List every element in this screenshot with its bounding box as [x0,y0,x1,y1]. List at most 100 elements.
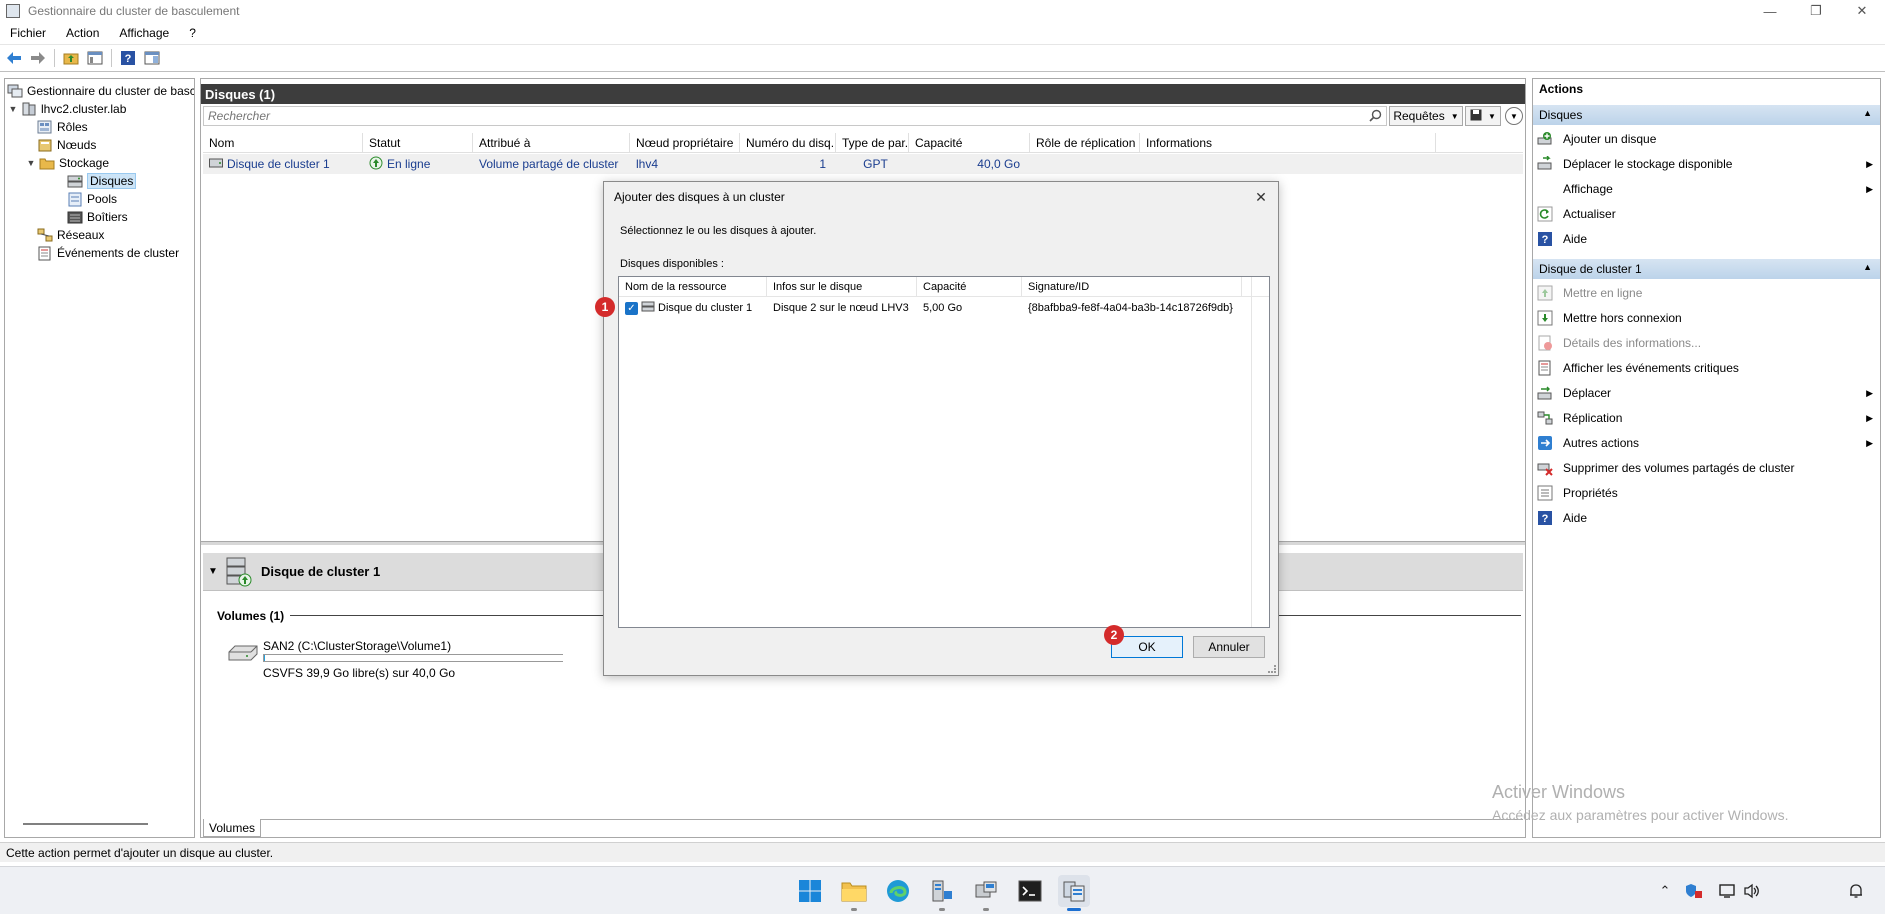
notification-icon[interactable] [1846,881,1866,901]
column-header-name[interactable]: Nom [203,133,363,153]
volume-name[interactable]: SAN2 (C:\ClusterStorage\Volume1) [263,639,451,653]
column-header-info[interactable]: Informations [1140,133,1436,153]
action-more-actions[interactable]: Autres actions ▶ [1537,433,1877,453]
collapse-up-icon[interactable]: ▲ [1863,108,1872,118]
running-indicator [983,908,989,911]
action-properties[interactable]: Propriétés [1537,483,1877,503]
tree-item-cluster[interactable]: ▼ lhvc2.cluster.lab [7,100,126,118]
column-header-resource-name[interactable]: Nom de la ressource [619,277,767,297]
tree-item-events[interactable]: Événements de cluster [37,244,179,262]
actions-section-cluster-disk[interactable]: Disque de cluster 1 ▲ [1533,259,1880,279]
show-hide-tree-icon[interactable] [85,48,105,68]
edge-icon[interactable] [882,875,914,907]
action-view[interactable]: Affichage ▶ [1537,179,1877,199]
collapse-up-icon[interactable]: ▲ [1863,262,1872,272]
list-item[interactable]: ✓ Disque du cluster 1 Disque 2 sur le nœ… [619,299,1269,317]
queries-button[interactable]: Requêtes ▼ [1389,106,1463,126]
table-row[interactable]: Disque de cluster 1 En ligne Volume part… [203,154,1523,174]
chevron-up-icon[interactable]: ⌃ [1655,881,1675,901]
forward-arrow-icon[interactable] [28,48,48,68]
hyper-v-icon[interactable] [970,875,1002,911]
dialog-list-scrollbar[interactable] [1251,277,1269,627]
close-icon[interactable]: ✕ [1250,186,1272,208]
column-header-status[interactable]: Statut [363,133,473,153]
remove-csv-icon [1537,460,1553,476]
action-take-offline[interactable]: Mettre hors connexion [1537,308,1877,328]
action-info-details[interactable]: Détails des informations... [1537,333,1877,353]
action-refresh[interactable]: Actualiser [1537,204,1877,224]
cancel-button[interactable]: Annuler [1193,636,1265,658]
file-explorer-icon[interactable] [838,875,870,911]
action-move-storage[interactable]: Déplacer le stockage disponible ▶ [1537,154,1877,174]
column-header-partition-type[interactable]: Type de par... [836,133,909,153]
tree-item-roles[interactable]: Rôles [37,118,88,136]
chevron-down-icon[interactable]: ▼ [7,104,19,114]
minimize-icon[interactable]: — [1747,0,1793,22]
submenu-arrow-icon: ▶ [1866,412,1873,423]
column-header-capacity[interactable]: Capacité [917,277,1022,297]
help-icon: ? [1537,510,1553,526]
actions-section-disks[interactable]: Disques ▲ [1533,105,1880,125]
start-icon[interactable] [794,875,826,907]
menu-fichier[interactable]: Fichier [0,26,56,40]
action-replication[interactable]: Réplication ▶ [1537,408,1877,428]
action-label: Réplication [1563,411,1623,425]
properties-pane-icon[interactable] [142,48,162,68]
dialog-title: Ajouter des disques à un cluster [614,190,785,204]
menu-affichage[interactable]: Affichage [109,26,179,40]
resize-grip-icon[interactable] [1268,665,1276,673]
row-partition-type: GPT [863,157,888,171]
tree-item-enclosures[interactable]: Boîtiers [67,208,128,226]
column-header-owner[interactable]: Nœud propriétaire [630,133,740,153]
search-icon[interactable] [1369,109,1382,125]
action-move[interactable]: Déplacer ▶ [1537,383,1877,403]
network-icon[interactable] [1718,881,1738,901]
action-remove-csv[interactable]: Supprimer des volumes partagés de cluste… [1537,458,1877,478]
tree-item-networks[interactable]: Réseaux [37,226,104,244]
tab-volumes[interactable]: Volumes [203,819,261,837]
pools-icon [67,192,83,207]
close-icon[interactable]: ✕ [1839,0,1885,22]
tree-label-roles: Rôles [57,120,88,134]
chevron-down-icon[interactable]: ▼ [25,158,37,168]
terminal-icon[interactable] [1014,875,1046,907]
cluster-manager-icon [7,84,23,99]
restore-icon[interactable]: ❐ [1793,0,1839,22]
expand-collapse-icon[interactable]: ▼ [1505,107,1523,125]
action-add-disk[interactable]: Ajouter un disque [1537,129,1877,149]
column-header-disk-info[interactable]: Infos sur le disque [767,277,917,297]
action-help[interactable]: ? Aide [1537,229,1877,249]
disk-checkbox[interactable]: ✓ [625,301,638,315]
tree-item-root[interactable]: Gestionnaire du cluster de basc [7,82,194,100]
volume-icon[interactable] [1742,881,1762,901]
action-help-disk[interactable]: ? Aide [1537,508,1877,528]
section-label: Disque de cluster 1 [1539,262,1642,276]
column-header-signature[interactable]: Signature/ID [1022,277,1242,297]
column-header-replication-role[interactable]: Rôle de réplication [1030,133,1140,153]
tree-item-nodes[interactable]: Nœuds [37,136,96,154]
security-icon[interactable] [1684,881,1704,901]
tree-item-disks[interactable]: Disques [67,172,137,190]
chevron-down-icon[interactable]: ▼ [203,566,223,577]
tree-horizontal-scrollbar[interactable] [23,823,148,825]
menu-action[interactable]: Action [56,26,109,40]
column-header-assigned[interactable]: Attribué à [473,133,630,153]
chevron-down-icon: ▼ [1450,111,1459,121]
back-arrow-icon[interactable] [4,48,24,68]
toolbar-separator [111,49,112,67]
column-header-capacity[interactable]: Capacité [909,133,1030,153]
action-show-critical-events[interactable]: Afficher les événements critiques [1537,358,1877,378]
volume-usage-fill [264,655,265,661]
server-manager-icon[interactable] [926,875,958,911]
menu-help[interactable]: ? [179,26,206,40]
folder-up-icon[interactable] [61,48,81,68]
failover-cluster-icon[interactable] [1058,875,1090,911]
column-header-disk-number[interactable]: Numéro du disq... [740,133,836,153]
help-icon[interactable]: ? [118,48,138,68]
svg-text:?: ? [1542,234,1549,246]
save-query-button[interactable]: ▼ [1465,106,1501,126]
tree-item-storage[interactable]: ▼ Stockage [25,154,110,172]
search-input[interactable] [204,107,1386,125]
tree-item-pools[interactable]: Pools [67,190,117,208]
action-bring-online[interactable]: Mettre en ligne [1537,283,1877,303]
